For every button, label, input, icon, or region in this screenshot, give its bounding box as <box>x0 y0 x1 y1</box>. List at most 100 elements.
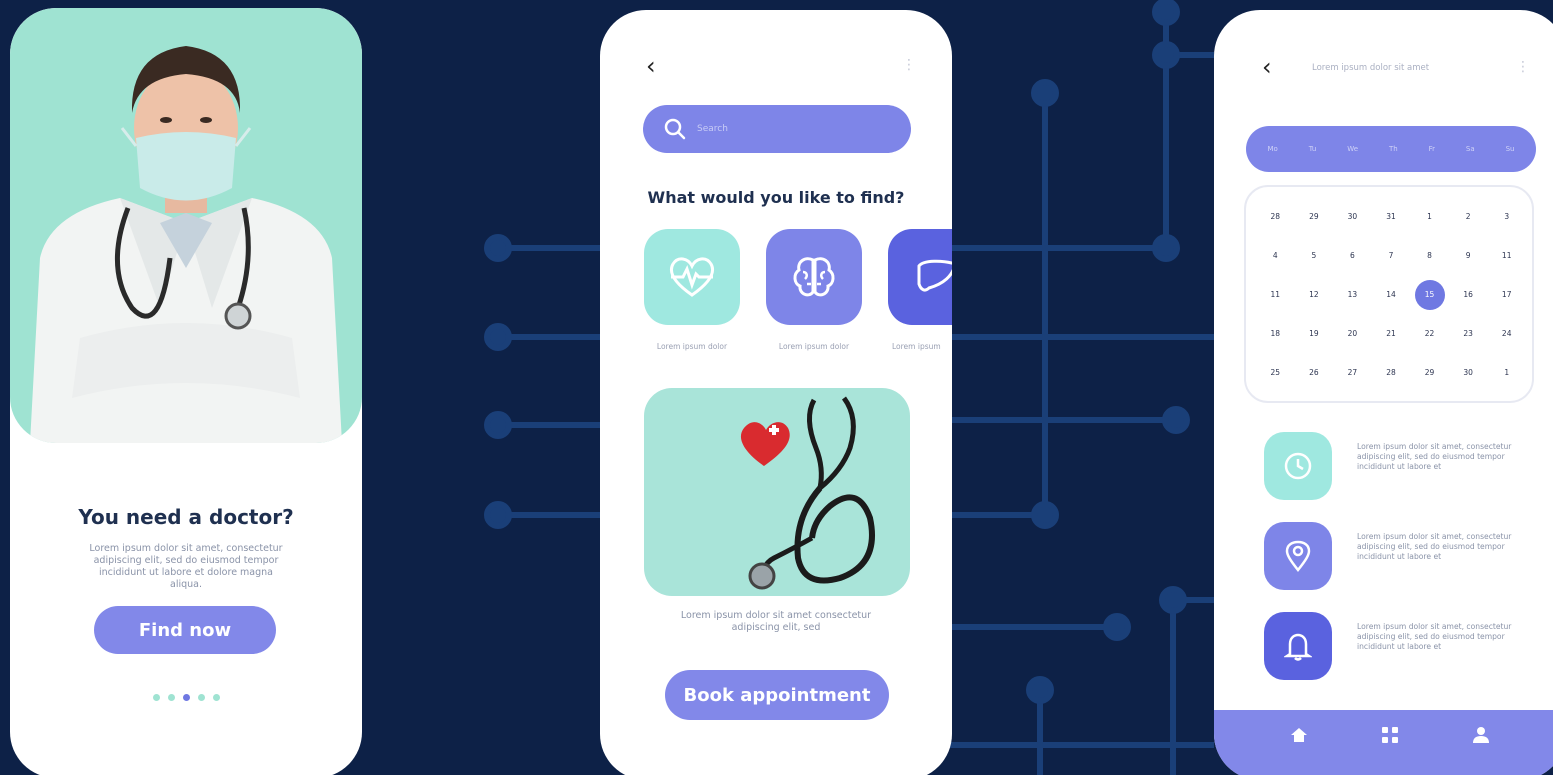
bell-icon <box>1284 633 1312 661</box>
calendar-day-number: 25 <box>1270 368 1281 377</box>
calendar-day-number: 2 <box>1465 212 1471 221</box>
category-tile-brain[interactable] <box>766 229 862 325</box>
calendar-day-number: 23 <box>1463 329 1473 338</box>
calendar-day[interactable]: 6 <box>1333 236 1372 275</box>
banner-caption: Lorem ipsum dolor sit amet consectetur a… <box>680 610 872 633</box>
calendar-day[interactable]: 3 <box>1487 197 1526 236</box>
calendar-day[interactable]: 27 <box>1333 353 1372 392</box>
home-icon <box>1291 728 1308 742</box>
calendar-day-number: 20 <box>1347 329 1358 338</box>
bottom-tab-bar <box>1214 710 1553 775</box>
calendar-day[interactable]: 13 <box>1333 275 1372 314</box>
calendar-day-selected[interactable]: 15 <box>1410 275 1449 314</box>
calendar-day[interactable]: 9 <box>1449 236 1488 275</box>
calendar-day-number: 16 <box>1463 290 1473 299</box>
calendar-day[interactable]: 24 <box>1487 314 1526 353</box>
calendar-day-number: 30 <box>1463 368 1473 377</box>
weekday-header: Mo Tu We Th Fr Sa Su <box>1246 126 1536 172</box>
search-input[interactable] <box>697 124 877 134</box>
page-dot[interactable] <box>167 694 175 701</box>
category-label: Lorem ipsum <box>892 342 941 351</box>
category-tile-heart[interactable] <box>644 229 740 325</box>
category-tile-liver[interactable] <box>888 229 952 325</box>
find-now-button[interactable]: Find now <box>94 606 276 654</box>
page-dot-active[interactable] <box>182 694 190 701</box>
brain-icon <box>793 257 835 297</box>
calendar-day-number: 19 <box>1309 329 1319 338</box>
calendar-day[interactable]: 12 <box>1295 275 1334 314</box>
calendar-day[interactable]: 1 <box>1410 197 1449 236</box>
calendar-day[interactable]: 1 <box>1487 353 1526 392</box>
info-text-reminder: Lorem ipsum dolor sit amet, consectetur … <box>1357 622 1512 651</box>
calendar-day[interactable]: 28 <box>1256 197 1295 236</box>
calendar-day-number: 31 <box>1386 212 1396 221</box>
calendar-day[interactable]: 5 <box>1295 236 1334 275</box>
calendar-day[interactable]: 17 <box>1487 275 1526 314</box>
weekday-label: Tu <box>1308 145 1317 153</box>
weekday-label: Th <box>1388 145 1398 153</box>
calendar-day[interactable]: 22 <box>1410 314 1449 353</box>
calendar-day[interactable]: 18 <box>1256 314 1295 353</box>
calendar-day[interactable]: 11 <box>1256 275 1295 314</box>
search-screen: ‹ ⋮ What would you like to find? Lorem i… <box>600 10 952 775</box>
calendar-day[interactable]: 8 <box>1410 236 1449 275</box>
calendar-day-number: 11 <box>1501 251 1512 260</box>
book-appointment-button[interactable]: Book appointment <box>665 670 889 720</box>
calendar-day-number: 18 <box>1270 329 1281 338</box>
calendar-day-number: 1 <box>1504 368 1510 377</box>
tab-home[interactable] <box>1287 723 1311 747</box>
more-options-icon[interactable]: ⋮ <box>902 58 916 72</box>
calendar-day[interactable]: 21 <box>1372 314 1411 353</box>
page-dot[interactable] <box>197 694 205 701</box>
calendar-day[interactable]: 29 <box>1295 197 1334 236</box>
calendar-day[interactable]: 26 <box>1295 353 1334 392</box>
back-chevron-icon[interactable]: ‹ <box>1262 53 1272 81</box>
calendar-day-number: 27 <box>1347 368 1358 377</box>
clock-icon <box>1284 452 1312 480</box>
onboarding-title: You need a doctor? <box>78 505 294 529</box>
onboarding-screen: You need a doctor? Lorem ipsum dolor sit… <box>10 8 362 775</box>
calendar-day[interactable]: 4 <box>1256 236 1295 275</box>
calendar-day-number: 4 <box>1272 251 1278 260</box>
page-dot[interactable] <box>212 694 220 701</box>
calendar-day[interactable]: 29 <box>1410 353 1449 392</box>
calendar-day[interactable]: 19 <box>1295 314 1334 353</box>
search-heading: What would you like to find? <box>647 188 905 207</box>
calendar-day-number: 3 <box>1504 212 1510 221</box>
calendar-day-number: 30 <box>1347 212 1358 221</box>
calendar-day[interactable]: 16 <box>1449 275 1488 314</box>
calendar-day-number: 5 <box>1311 251 1317 260</box>
calendar-day-number: 17 <box>1501 290 1512 299</box>
weekday-label: Sa <box>1465 145 1475 153</box>
tab-grid[interactable] <box>1378 723 1402 747</box>
calendar-day[interactable]: 28 <box>1372 353 1411 392</box>
calendar-day-number: 6 <box>1350 251 1355 260</box>
weekday-label: Mo <box>1267 145 1278 153</box>
calendar-day-number: 26 <box>1309 368 1319 377</box>
search-icon <box>664 118 686 140</box>
calendar-day[interactable]: 14 <box>1372 275 1411 314</box>
search-bar[interactable] <box>643 105 911 153</box>
tab-profile[interactable] <box>1469 723 1493 747</box>
bell-tile[interactable] <box>1264 612 1332 680</box>
doctor-photo <box>10 8 362 443</box>
page-dot[interactable] <box>152 694 160 701</box>
clock-tile[interactable] <box>1264 432 1332 500</box>
calendar-day[interactable]: 31 <box>1372 197 1411 236</box>
calendar-day-number: 8 <box>1427 251 1432 260</box>
location-tile[interactable] <box>1264 522 1332 590</box>
calendar-day[interactable]: 23 <box>1449 314 1488 353</box>
calendar-day[interactable]: 30 <box>1449 353 1488 392</box>
calendar-day[interactable]: 2 <box>1449 197 1488 236</box>
back-chevron-icon[interactable]: ‹ <box>646 52 656 80</box>
screen-title: Lorem ipsum dolor sit amet <box>1312 63 1430 73</box>
promo-banner-image <box>644 388 910 596</box>
more-options-icon[interactable]: ⋮ <box>1516 60 1530 74</box>
calendar-day[interactable]: 30 <box>1333 197 1372 236</box>
calendar-day[interactable]: 11 <box>1487 236 1526 275</box>
calendar-day[interactable]: 20 <box>1333 314 1372 353</box>
calendar-day[interactable]: 25 <box>1256 353 1295 392</box>
calendar-day[interactable]: 7 <box>1372 236 1411 275</box>
calendar-day-number: 1 <box>1427 212 1432 221</box>
weekday-label: We <box>1347 145 1359 153</box>
